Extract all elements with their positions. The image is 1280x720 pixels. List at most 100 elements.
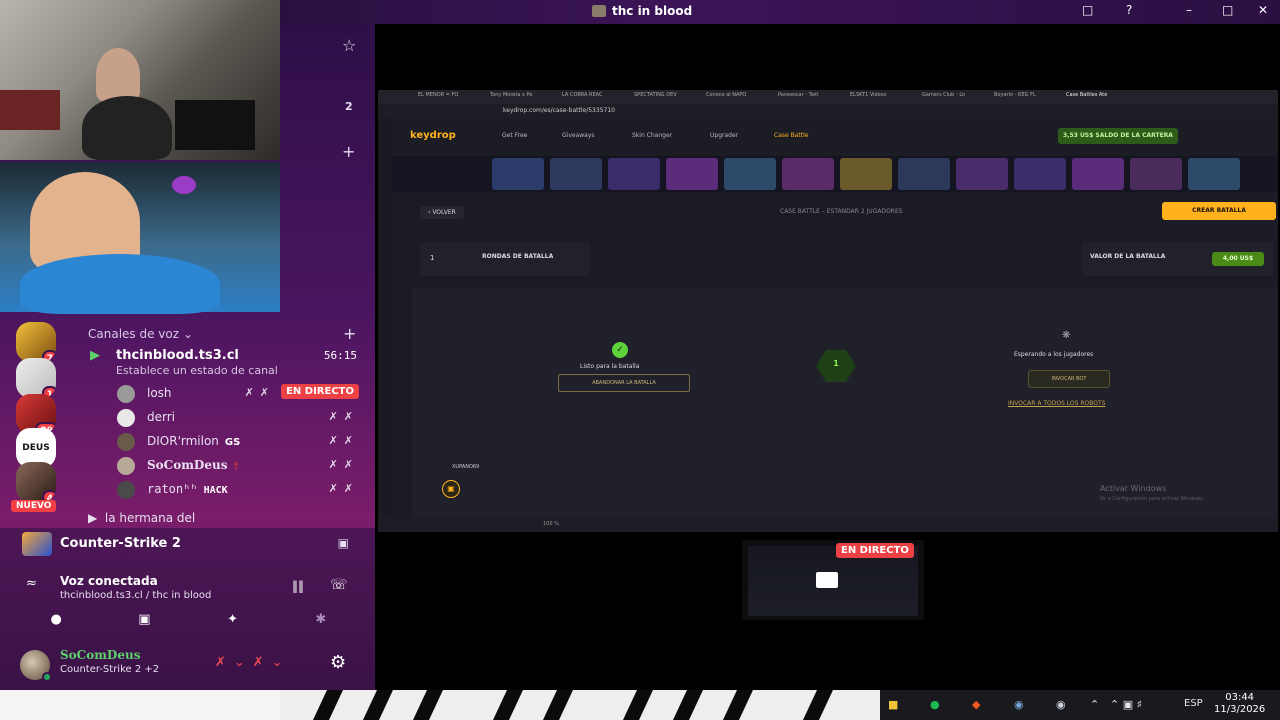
nav-upgrader[interactable]: Upgrader [710, 132, 738, 139]
zoom-level: 100 % [543, 521, 559, 527]
nav-case-battle[interactable]: Case Battle [774, 132, 808, 139]
browser-tab[interactable]: EL MENOR = FO [418, 92, 458, 102]
balance-value: 3,53 US$ [1063, 132, 1094, 139]
server-icon[interactable]: 1 [16, 358, 56, 398]
discord-taskbar-icon[interactable]: ◉ [1014, 698, 1024, 711]
case-item[interactable] [724, 158, 776, 190]
activate-windows-watermark: Activar Windows [1100, 484, 1167, 493]
add-icon[interactable]: + [342, 142, 355, 161]
brave-icon[interactable]: ◆ [972, 698, 980, 711]
voice-channel[interactable]: ▶ thcinblood.ts3.cl Establece un estado … [88, 346, 363, 380]
add-friend-icon[interactable]: ☆ [342, 36, 356, 55]
chevron-down-icon: ⌄ [182, 327, 193, 341]
camera-button[interactable]: ● [16, 608, 96, 632]
battle-value-label: VALOR DE LA BATALLA [1090, 253, 1166, 260]
create-battle-button[interactable]: CREAR BATALLA [1162, 202, 1276, 220]
muted-icons: ✗✗ [328, 458, 359, 471]
case-item[interactable] [550, 158, 602, 190]
browser-tab[interactable]: LA COBRA REAC [562, 92, 603, 102]
case-battle-page: ‹ VOLVER CASE BATTLE – ESTANDAR 2 JUGADO… [392, 192, 1278, 532]
mute-deafen-icons[interactable]: ✗⌄✗⌄ [215, 655, 291, 670]
streamed-browser[interactable]: EL MENOR = FO Tony Moreta x Pe LA COBRA … [378, 90, 1278, 532]
invoke-bot-button[interactable]: INVOCAR BOT [1028, 370, 1110, 388]
language-indicator[interactable]: ESP [1184, 698, 1203, 709]
browser-tab[interactable]: SPECTATING DEV [634, 92, 677, 102]
stream-preview[interactable]: EN DIRECTO [742, 540, 924, 620]
wallet-balance[interactable]: 3,53 US$ SALDO DE LA CARTERA [1058, 128, 1178, 144]
system-clock[interactable]: 03:44 11/3/2026 [1214, 692, 1265, 716]
browser-tab[interactable]: Tony Moreta x Pe [490, 92, 532, 102]
screen-icon [816, 572, 838, 588]
server-icon[interactable]: 4 [16, 462, 56, 502]
game-name: Counter-Strike 2 [60, 536, 181, 551]
side-counter: 2 [345, 100, 353, 113]
voice-user[interactable]: losh ✗✗ EN DIRECTO [117, 383, 367, 403]
battle-value-panel: VALOR DE LA BATALLA 4,00 US$ [1082, 242, 1274, 276]
waiting-status: Esperando a los jugadores [1014, 351, 1094, 358]
voice-location[interactable]: thcinblood.ts3.cl / thc in blood [60, 590, 211, 601]
noise-suppression-icon[interactable]: ‖‖ [292, 579, 304, 593]
steam-icon[interactable]: ◉ [1056, 698, 1066, 711]
avatar [117, 481, 135, 499]
minimize-icon[interactable]: – [1186, 3, 1192, 17]
case-item[interactable] [666, 158, 718, 190]
case-carousel [392, 156, 1278, 192]
case-item[interactable] [1130, 158, 1182, 190]
close-icon[interactable]: ✕ [1258, 3, 1268, 17]
browser-tab[interactable]: Conoce al NAPO [706, 92, 746, 102]
voice-user[interactable]: SoComDeus † ✗✗ [117, 455, 367, 475]
soundboard-button[interactable]: ✱ [281, 608, 361, 632]
share-screen-button[interactable]: ▣ [104, 608, 184, 632]
invoke-all-bots-link[interactable]: INVOCAR A TODOS LOS ROBOTS [1008, 400, 1105, 407]
maximize-icon[interactable]: □ [1222, 3, 1233, 17]
voice-channel[interactable]: ▶ la hermana del [88, 511, 195, 525]
tray-overflow-icon[interactable]: ⌃ [1090, 698, 1099, 711]
case-item[interactable] [898, 158, 950, 190]
case-item[interactable] [782, 158, 834, 190]
case-item[interactable] [608, 158, 660, 190]
rounds-count: 1 [430, 254, 435, 262]
voice-status: Voz conectada [60, 574, 158, 588]
disconnect-icon[interactable]: ☏ [330, 577, 348, 593]
browser-tab[interactable]: Gamers Club - Lo [922, 92, 965, 102]
taskbar-search-area[interactable] [0, 690, 280, 720]
browser-tab[interactable]: Boyarlo - REG FL [994, 92, 1036, 102]
battle-value: 4,00 US$ [1212, 252, 1264, 266]
battle-arena: ✓ Listo para la batalla ABANDONAR LA BAT… [412, 288, 1278, 518]
voice-user[interactable]: derri ✗✗ [117, 407, 367, 427]
gear-icon[interactable]: ⚙ [330, 652, 346, 673]
case-item[interactable] [956, 158, 1008, 190]
window-title-text: thc in blood [612, 4, 693, 18]
file-explorer-icon[interactable]: ■ [888, 698, 898, 711]
case-item[interactable] [1072, 158, 1124, 190]
abandon-battle-button[interactable]: ABANDONAR LA BATALLA [558, 374, 690, 392]
case-item[interactable] [1188, 158, 1240, 190]
server-icon[interactable]: 7 [16, 322, 56, 362]
browser-tab-active[interactable]: Case Battles Ate [1066, 92, 1107, 102]
chat-icon[interactable]: ▣ [442, 480, 460, 498]
nav-get-free[interactable]: Get Free [502, 132, 527, 139]
back-button[interactable]: ‹ VOLVER [420, 206, 464, 219]
case-item[interactable] [840, 158, 892, 190]
browser-tab[interactable]: Paneescar - Twit [778, 92, 818, 102]
address-bar[interactable]: keydrop.com/es/case-battle/5335710 [378, 104, 1278, 118]
case-item[interactable] [492, 158, 544, 190]
live-badge: EN DIRECTO [836, 543, 914, 558]
keydrop-logo[interactable]: keydrop [410, 130, 456, 141]
screen-share-icon[interactable]: ▣ [338, 536, 349, 550]
inbox-icon[interactable]: □ [1082, 3, 1093, 17]
voice-user[interactable]: DIOR'rmilon GS ✗✗ [117, 431, 367, 451]
browser-tab[interactable]: ELSKT1 Videos [850, 92, 886, 102]
case-item[interactable] [1014, 158, 1066, 190]
spotify-icon[interactable]: ● [930, 698, 940, 711]
voice-channels-header[interactable]: Canales de voz ⌄ [88, 327, 193, 341]
help-icon[interactable]: ? [1126, 3, 1132, 17]
nav-skin-changer[interactable]: Skin Changer [632, 132, 672, 139]
channel-status[interactable]: Establece un estado de canal [116, 364, 278, 377]
activities-button[interactable]: ✦ [193, 608, 273, 632]
voice-user[interactable]: ratonʰʰ HACK ✗✗ [117, 479, 367, 499]
avatar [117, 409, 135, 427]
network-icons[interactable]: ⌃ ▣ ♯ [1110, 698, 1142, 711]
nav-giveaways[interactable]: Giveaways [562, 132, 595, 139]
create-channel-icon[interactable]: + [343, 324, 356, 343]
